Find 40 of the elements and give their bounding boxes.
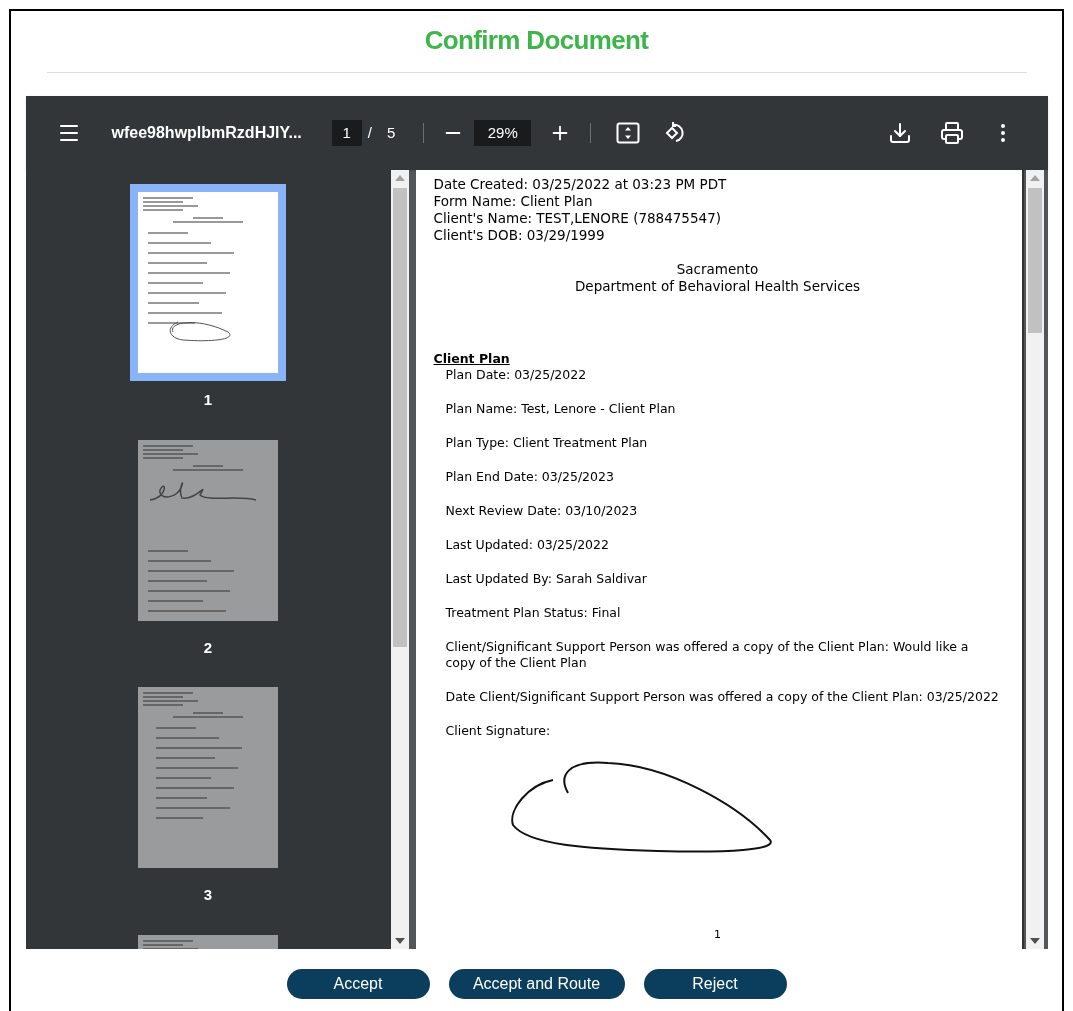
page-thumbnail[interactable] bbox=[130, 184, 286, 381]
scroll-down-icon[interactable] bbox=[394, 937, 405, 945]
scrollbar-thumb[interactable] bbox=[392, 188, 407, 647]
page-number-label: 2 bbox=[203, 637, 213, 658]
document-text: Plan Name: Test, Lenore - Client Plan bbox=[444, 401, 677, 417]
page-number-label: 1 bbox=[203, 390, 213, 410]
file-name: wfee98hwplbmRzdHJlY... bbox=[111, 123, 302, 143]
zoom-field[interactable]: 29% bbox=[474, 120, 532, 146]
page-number-field[interactable]: 1 bbox=[331, 120, 362, 146]
page-separator: / bbox=[367, 122, 372, 143]
document-text: Form Name: Client Plan bbox=[433, 193, 594, 210]
document-text: Client/Significant Support Person was offered a copy of the Client Plan: Would like a copy of the Client Plan bbox=[444, 639, 970, 671]
fit-page-icon[interactable] bbox=[616, 122, 641, 144]
document-text: Client's Name: TEST,LENORE (788475547) bbox=[433, 210, 722, 227]
page-number-label: 3 bbox=[203, 885, 213, 905]
document-text: Plan Type: Client Treatment Plan bbox=[444, 435, 649, 451]
download-icon[interactable] bbox=[887, 121, 912, 145]
document-text: Plan End Date: 03/25/2023 bbox=[444, 469, 615, 485]
document-heading: Department of Behavioral Health Services bbox=[574, 278, 861, 295]
document-text: Client's DOB: 03/29/1999 bbox=[433, 227, 606, 244]
action-button[interactable]: Reject bbox=[643, 969, 787, 999]
document-text: Client Signature: bbox=[444, 723, 552, 739]
document-text: Treatment Plan Status: Final bbox=[444, 605, 622, 621]
document-heading: Sacramento bbox=[676, 261, 759, 278]
page-total: 5 bbox=[386, 122, 396, 143]
document-text: Plan Date: 03/25/2022 bbox=[444, 367, 588, 383]
document-text: Last Updated: 03/25/2022 bbox=[444, 537, 610, 553]
scrollbar[interactable] bbox=[1025, 170, 1044, 949]
document-text: Date Created: 03/25/2022 at 03:23 PM PDT bbox=[433, 176, 728, 193]
document-text: Next Review Date: 03/10/2023 bbox=[444, 503, 639, 519]
document-text: Last Updated By: Sarah Saldivar bbox=[444, 571, 648, 587]
scrollbar-thumb[interactable] bbox=[1027, 188, 1042, 333]
section-title: Client Plan bbox=[433, 351, 510, 367]
action-button[interactable]: Accept bbox=[286, 969, 430, 999]
page-number: 1 bbox=[714, 926, 721, 943]
scroll-down-icon[interactable] bbox=[1029, 937, 1040, 945]
print-icon[interactable] bbox=[939, 121, 964, 145]
page-title: Confirm Document bbox=[424, 24, 649, 57]
document-text: Date Client/Significant Support Person was offered a copy of the Client Plan: 03/25/2022 bbox=[444, 689, 1000, 705]
action-button[interactable]: Accept and Route bbox=[448, 969, 625, 999]
